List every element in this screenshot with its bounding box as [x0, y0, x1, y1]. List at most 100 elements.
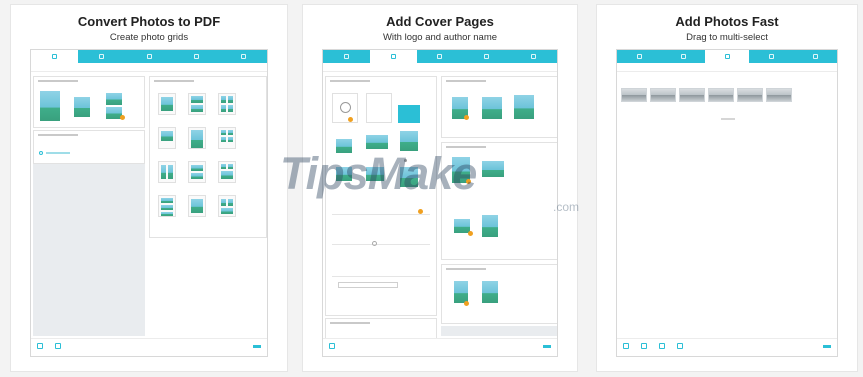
cover-photo[interactable] — [366, 135, 388, 149]
feature-title: Add Cover Pages — [386, 14, 494, 29]
cover-style-panel — [325, 76, 437, 316]
layout-option[interactable] — [482, 215, 498, 237]
tablet-screen — [30, 49, 268, 357]
selected-badge — [120, 115, 125, 120]
tab-settings[interactable] — [510, 50, 557, 63]
add-icon[interactable] — [39, 151, 43, 155]
screen-header — [617, 63, 837, 72]
tab-settings[interactable] — [793, 50, 837, 63]
cover-photo[interactable] — [400, 131, 418, 151]
logo-add-icon[interactable] — [372, 241, 377, 246]
gear-icon — [812, 54, 818, 59]
gear-icon — [240, 54, 246, 59]
bottom-toolbar — [617, 338, 837, 356]
custom-size-panel — [33, 130, 145, 164]
empty-area — [441, 326, 557, 336]
tab-photos[interactable] — [705, 50, 749, 63]
feature-title: Add Photos Fast — [675, 14, 779, 29]
selected-badge — [468, 231, 473, 236]
layout-icon — [193, 54, 199, 59]
cover-icon — [99, 54, 105, 59]
tablet-screen — [616, 49, 838, 357]
photos-icon — [146, 54, 152, 59]
tab-bar — [31, 50, 267, 63]
next-button[interactable] — [823, 345, 831, 348]
tab-cover[interactable] — [78, 50, 125, 63]
delete-icon[interactable] — [677, 343, 683, 349]
feature-card-photos: Add Photos Fast Drag to multi-select — [596, 4, 858, 372]
tab-layout[interactable] — [749, 50, 793, 63]
cover-photo[interactable] — [400, 167, 418, 187]
photo-thumbnail[interactable] — [766, 88, 792, 102]
camera-icon[interactable] — [641, 343, 647, 349]
next-button[interactable] — [253, 345, 261, 348]
bottom-toolbar — [323, 338, 557, 356]
selected-badge — [464, 301, 469, 306]
feature-title: Convert Photos to PDF — [77, 14, 221, 29]
logo-picker-button[interactable] — [338, 282, 398, 288]
tab-photos[interactable] — [125, 50, 172, 63]
tab-cover[interactable] — [661, 50, 705, 63]
tab-bar — [323, 50, 557, 63]
no-cover-option[interactable] — [332, 93, 358, 123]
cover-icon — [390, 54, 396, 59]
tab-settings[interactable] — [220, 50, 267, 63]
app-store-screenshots: Convert Photos to PDF Create photo grids — [0, 0, 863, 377]
blank-cover-option[interactable] — [366, 93, 392, 123]
pages-icon — [52, 54, 58, 59]
cover-photo[interactable] — [336, 139, 352, 153]
layout-icon — [768, 54, 774, 59]
photo-thumbnail[interactable] — [650, 88, 676, 102]
tab-photos[interactable] — [417, 50, 464, 63]
selected-badge — [466, 179, 471, 184]
photos-icon — [437, 54, 443, 59]
feature-subtitle: Drag to multi-select — [686, 32, 768, 43]
title-field[interactable] — [332, 201, 430, 215]
position-option[interactable] — [482, 97, 502, 119]
settings-icon[interactable] — [37, 343, 43, 349]
layout-panel — [441, 142, 557, 260]
position-option[interactable] — [514, 95, 534, 119]
next-button[interactable] — [543, 345, 551, 348]
feature-card-cover: Add Cover Pages With logo and author nam… — [302, 4, 578, 372]
tab-pages[interactable] — [323, 50, 370, 63]
photo-thumbnail[interactable] — [621, 88, 647, 102]
feature-subtitle: With logo and author name — [382, 32, 498, 43]
photo-thumbnail[interactable] — [679, 88, 705, 102]
cover-photo[interactable] — [336, 167, 352, 181]
position-panel — [441, 76, 557, 138]
page-indicator — [404, 159, 407, 162]
layout-grid-panel — [149, 76, 267, 238]
add-photo-icon[interactable] — [623, 343, 629, 349]
logo-field[interactable] — [332, 263, 430, 277]
photo-thumbnail[interactable] — [708, 88, 734, 102]
color-cover-option[interactable] — [398, 105, 420, 123]
pages-icon — [636, 54, 642, 59]
cover-icon — [680, 54, 686, 59]
preview-photo — [74, 97, 90, 117]
empty-area — [33, 164, 145, 336]
selected-badge — [348, 117, 353, 122]
tab-layout[interactable] — [173, 50, 220, 63]
tablet-screen — [322, 49, 558, 357]
cover-photo[interactable] — [366, 167, 384, 181]
tab-pages[interactable] — [31, 50, 79, 63]
tab-pages[interactable] — [617, 50, 661, 63]
required-badge — [418, 209, 423, 214]
selected-badge — [464, 115, 469, 120]
share-icon[interactable] — [55, 343, 61, 349]
border-panel — [441, 264, 557, 324]
screen-header — [323, 63, 557, 72]
bottom-toolbar — [31, 338, 267, 356]
author-field[interactable] — [332, 231, 430, 245]
border-option[interactable] — [454, 281, 468, 303]
add-size-link[interactable] — [46, 152, 70, 154]
preview-photo — [40, 91, 60, 121]
tab-layout[interactable] — [463, 50, 510, 63]
photo-thumbnail[interactable] — [737, 88, 763, 102]
border-option[interactable] — [482, 281, 498, 303]
select-icon[interactable] — [659, 343, 665, 349]
tab-cover[interactable] — [369, 50, 417, 63]
layout-option[interactable] — [482, 161, 504, 177]
back-icon[interactable] — [329, 343, 335, 349]
